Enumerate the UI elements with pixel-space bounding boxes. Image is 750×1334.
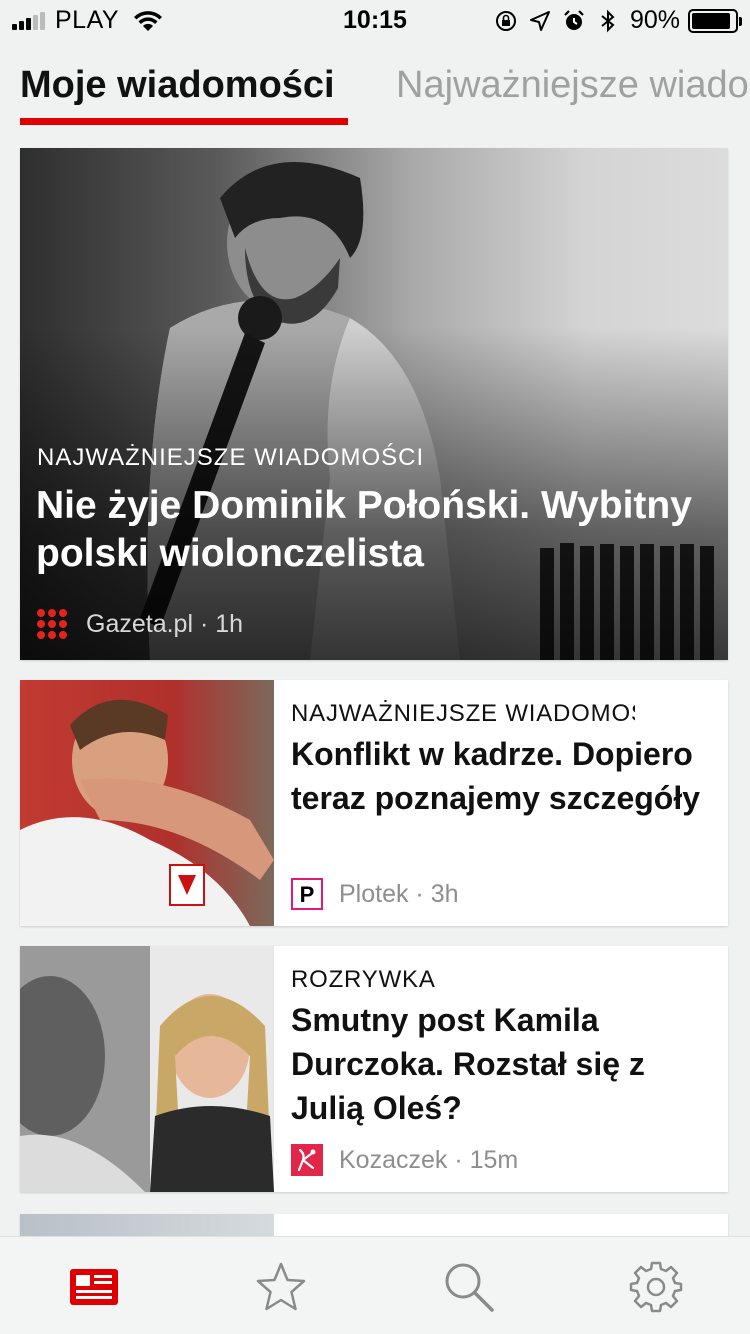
separator-dot: · [447, 1145, 470, 1174]
gazeta-logo-icon [37, 609, 67, 639]
kozaczek-logo-icon [291, 1144, 323, 1176]
location-icon [529, 10, 550, 31]
top-tabs: Moje wiadomości Najważniejsze wiadomości [0, 60, 750, 130]
rotation-lock-icon [495, 10, 516, 31]
bottom-tab-bar [0, 1236, 750, 1334]
hero-gradient [20, 148, 728, 660]
article-title[interactable]: Konflikt w kadrze. Dopiero teraz poznaje… [291, 732, 721, 820]
hero-age: 1h [215, 609, 244, 638]
battery-icon [688, 8, 742, 33]
article-card[interactable]: ROZRYWKA Smutny post Kamila Durczoka. Ro… [20, 946, 728, 1192]
article-thumbnail [20, 946, 274, 1192]
hero-title[interactable]: Nie żyje Dominik Połoński. Wybitny polsk… [36, 482, 716, 578]
battery-percent: 90% [629, 6, 680, 34]
article-source-line: P Plotek · 3h [291, 878, 459, 910]
hero-source-name: Gazeta.pl [86, 609, 194, 638]
article-title[interactable]: Smutny post Kamila Durczoka. Rozstał się… [291, 998, 721, 1130]
tab-my-news[interactable]: Moje wiadomości [20, 64, 335, 107]
article-category: ROZRYWKA [291, 966, 436, 993]
plotek-logo-icon: P [291, 878, 323, 910]
status-bar: PLAY 10:15 90% [0, 0, 750, 40]
svg-text:P: P [300, 882, 315, 907]
article-category: NAJWAŻNIEJSZE WIADOMOŚCI [291, 700, 635, 727]
hero-category: NAJWAŻNIEJSZE WIADOMOŚCI [37, 444, 425, 471]
article-body: ROZRYWKA Smutny post Kamila Durczoka. Ro… [291, 946, 711, 1192]
star-icon[interactable] [253, 1259, 309, 1315]
article-source-line: Kozaczek · 15m [291, 1144, 518, 1176]
separator-dot: · [193, 609, 216, 638]
article-age: 3h [430, 879, 459, 908]
hero-article-card[interactable]: NAJWAŻNIEJSZE WIADOMOŚCI Nie żyje Domini… [20, 148, 728, 660]
article-source-name: Plotek [339, 879, 409, 908]
article-source-name: Kozaczek [339, 1145, 448, 1174]
search-icon[interactable] [440, 1259, 496, 1315]
article-card[interactable]: NAJWAŻNIEJSZE WIADOMOŚCI Konflikt w kadr… [20, 680, 728, 926]
separator-dot: · [408, 879, 431, 908]
news-icon[interactable] [66, 1259, 122, 1315]
article-age: 15m [469, 1145, 519, 1174]
alarm-icon [564, 9, 584, 30]
settings-icon[interactable] [628, 1259, 684, 1315]
tab-top-news[interactable]: Najważniejsze wiadomości [396, 64, 750, 107]
article-body: NAJWAŻNIEJSZE WIADOMOŚCI Konflikt w kadr… [291, 680, 711, 926]
status-right: 90% [494, 6, 742, 35]
active-tab-indicator [20, 118, 348, 125]
hero-source-line: Gazeta.pl · 1h [36, 608, 243, 640]
article-thumbnail [20, 680, 274, 926]
bluetooth-icon [601, 9, 615, 32]
